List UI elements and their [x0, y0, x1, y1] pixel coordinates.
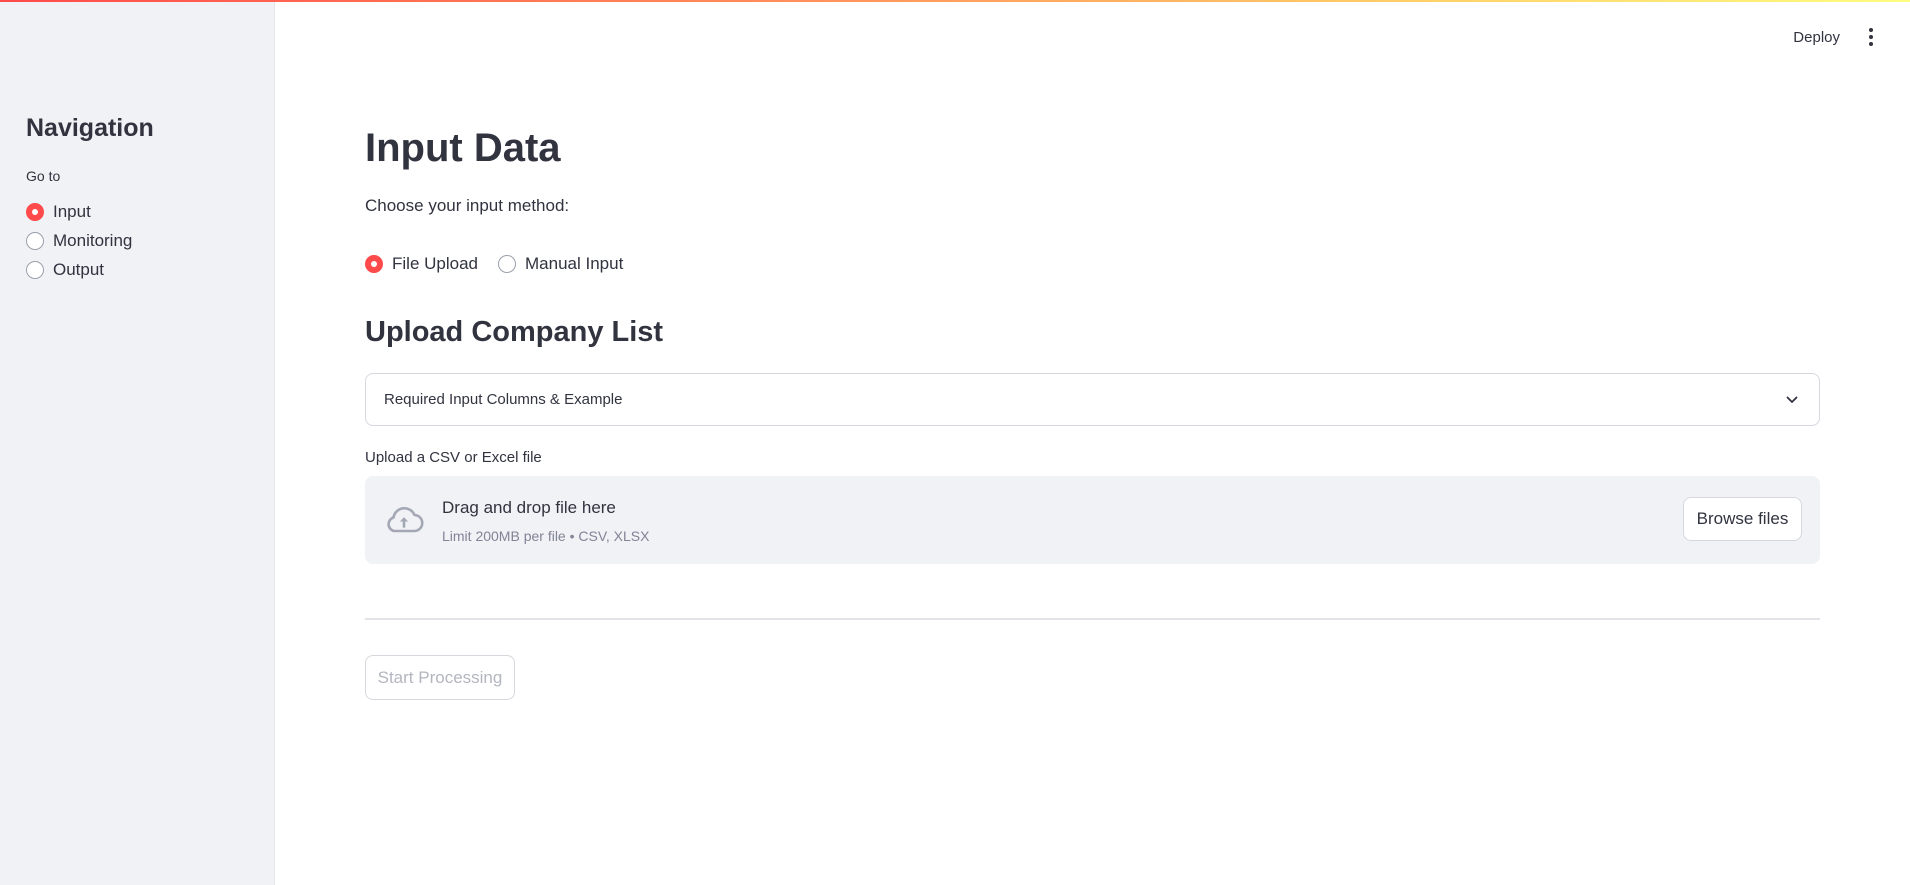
- sidebar: Navigation Go to Input Monitoring Output: [0, 0, 275, 885]
- input-method-label: Choose your input method:: [365, 196, 570, 215]
- cloud-upload-icon: [387, 506, 424, 533]
- radio-checked-icon: [365, 254, 383, 273]
- radio-checked-icon: [26, 202, 44, 221]
- required-columns-expander[interactable]: Required Input Columns & Example: [365, 373, 1820, 426]
- dropzone-title: Drag and drop file here: [442, 498, 616, 517]
- header-actions: Deploy: [1793, 26, 1880, 48]
- file-dropzone[interactable]: Drag and drop file here Limit 200MB per …: [365, 476, 1820, 564]
- input-method-radio-group: File Upload Manual Input: [365, 249, 643, 278]
- deploy-button[interactable]: Deploy: [1793, 29, 1840, 46]
- radio-file-upload[interactable]: File Upload: [365, 249, 478, 278]
- radio-unchecked-icon: [26, 260, 44, 279]
- radio-label: Manual Input: [525, 253, 624, 273]
- nav-radio-label: Monitoring: [53, 230, 133, 250]
- nav-radio-label: Input: [53, 201, 91, 221]
- nav-radio-group-label: Go to: [26, 168, 61, 184]
- kebab-vertical-icon[interactable]: [1862, 26, 1880, 48]
- expander-label: Required Input Columns & Example: [384, 391, 623, 408]
- nav-radio-output[interactable]: Output: [26, 255, 132, 284]
- radio-manual-input[interactable]: Manual Input: [498, 249, 623, 278]
- file-uploader-label: Upload a CSV or Excel file: [365, 449, 542, 466]
- divider: [365, 618, 1820, 620]
- radio-unchecked-icon: [26, 231, 44, 250]
- section-title: Upload Company List: [365, 316, 664, 348]
- nav-radio-input[interactable]: Input: [26, 197, 132, 226]
- start-processing-button[interactable]: Start Processing: [365, 655, 515, 700]
- nav-radio-group: Input Monitoring Output: [26, 197, 132, 284]
- page-title: Input Data: [365, 126, 561, 170]
- top-decoration-stripe: [0, 0, 1910, 2]
- nav-radio-monitoring[interactable]: Monitoring: [26, 226, 132, 255]
- chevron-down-icon: [1786, 396, 1798, 403]
- radio-label: File Upload: [392, 253, 478, 273]
- dropzone-hint: Limit 200MB per file • CSV, XLSX: [442, 528, 650, 544]
- nav-radio-label: Output: [53, 259, 105, 279]
- radio-unchecked-icon: [498, 254, 516, 273]
- browse-files-button[interactable]: Browse files: [1683, 497, 1802, 541]
- sidebar-title: Navigation: [26, 114, 154, 142]
